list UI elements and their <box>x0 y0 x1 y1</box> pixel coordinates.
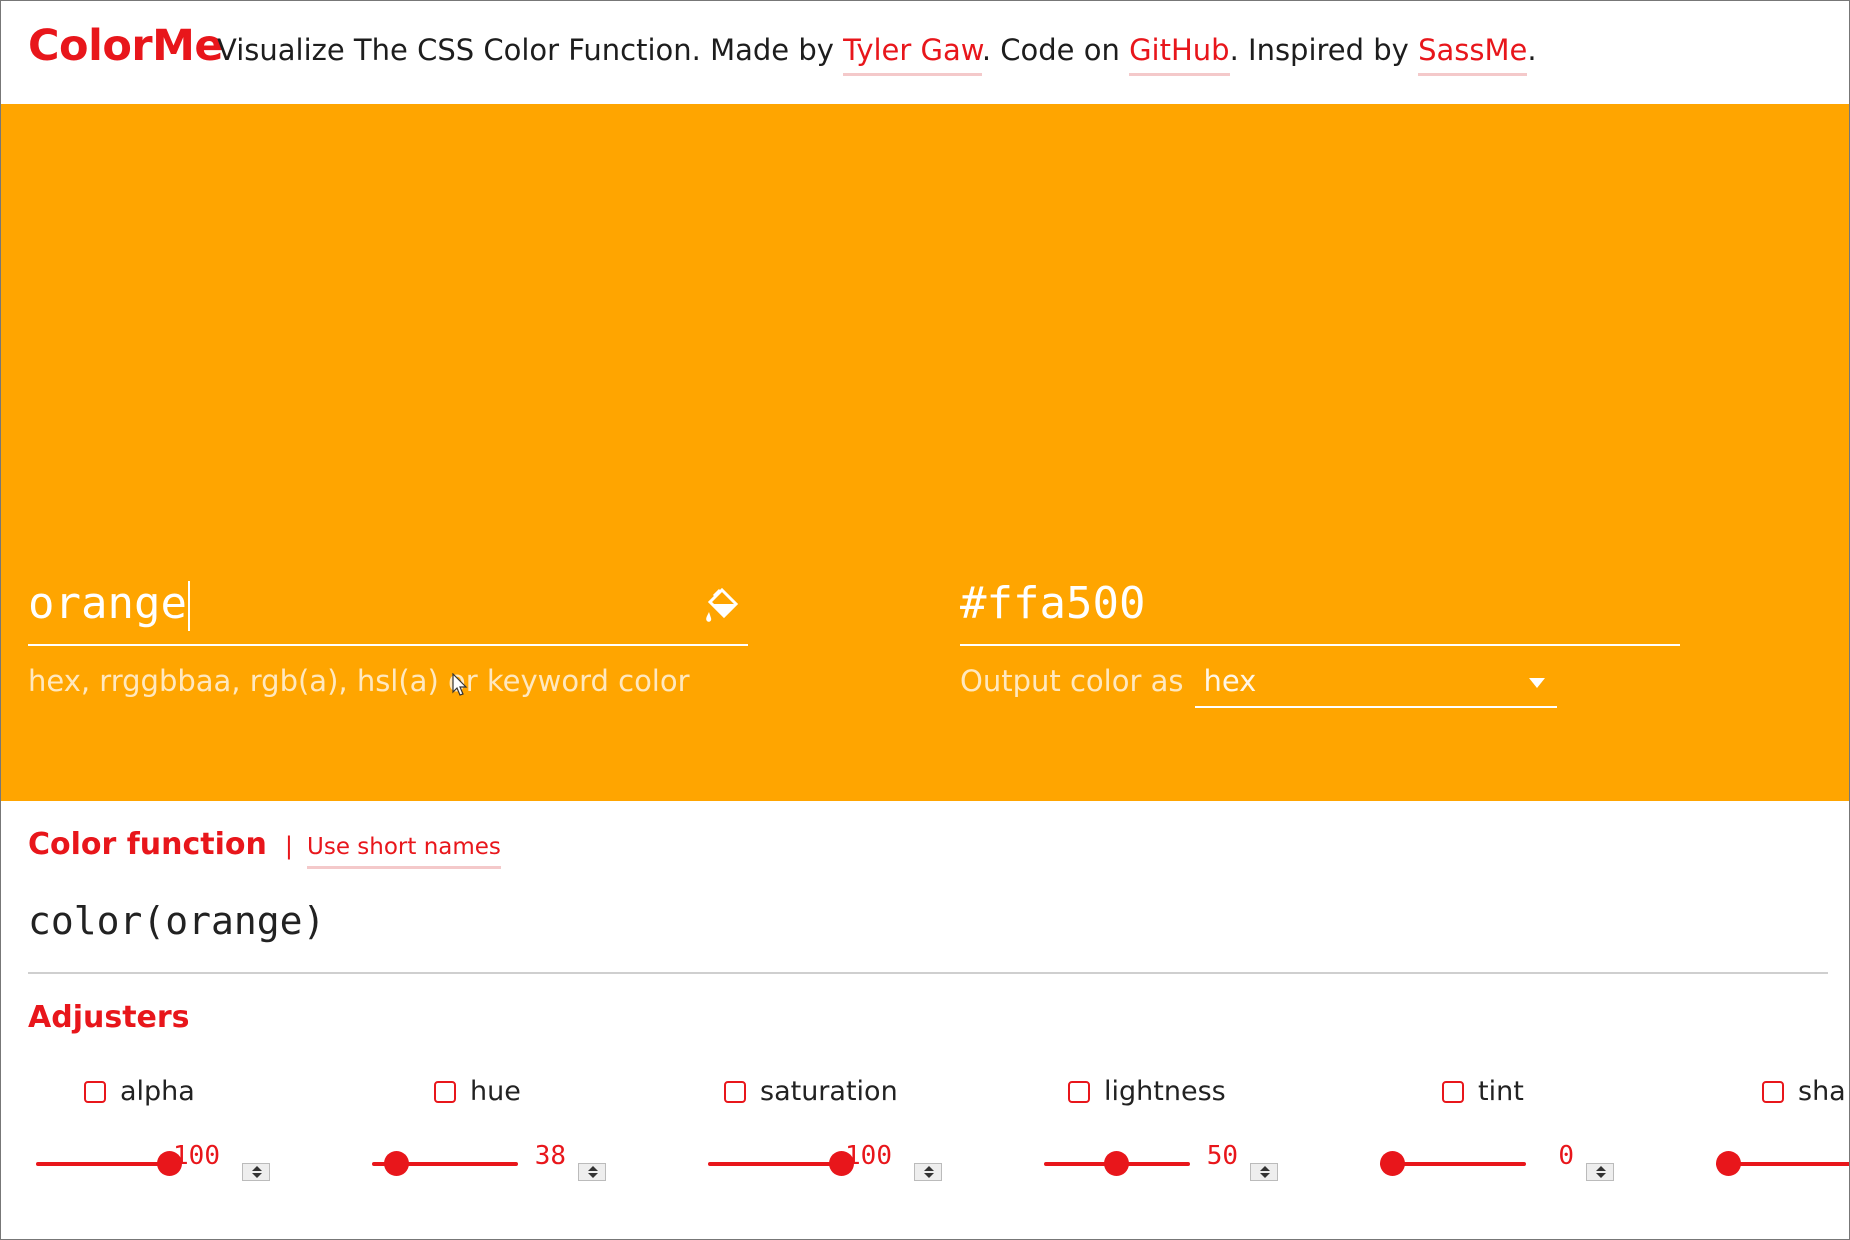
hue-value-input[interactable]: 38 <box>506 1141 566 1171</box>
lightness-value-input[interactable]: 50 <box>1178 1141 1238 1171</box>
adjuster-hue: hue 38 <box>372 1076 672 1206</box>
output-value[interactable]: #ffa500 <box>960 564 1680 646</box>
color-input-value: orange <box>28 578 187 629</box>
output-column: #ffa500 Output color as hex <box>960 564 1680 708</box>
adjuster-saturation: saturation 100 <box>708 1076 1008 1206</box>
end-text: . <box>1527 33 1537 67</box>
saturation-slider-track[interactable] <box>708 1162 842 1166</box>
github-link[interactable]: GitHub <box>1129 33 1230 76</box>
tagline-text: Visualize The CSS Color Function. Made b… <box>217 33 844 67</box>
separator: | <box>284 832 293 860</box>
hue-checkbox[interactable] <box>434 1080 456 1103</box>
code-text: . Code on <box>981 33 1130 67</box>
shade-slider-thumb[interactable] <box>1716 1151 1741 1176</box>
color-function-title: Color function <box>28 827 267 862</box>
header: ColorMe Visualize The CSS Color Function… <box>1 1 1849 104</box>
alpha-checkbox[interactable] <box>84 1080 106 1103</box>
alpha-spinner[interactable] <box>242 1163 270 1181</box>
adjuster-label: sha <box>1798 1076 1846 1107</box>
hue-slider-thumb[interactable] <box>384 1151 409 1176</box>
tint-spinner[interactable] <box>1586 1163 1614 1181</box>
adjuster-label-row: saturation <box>724 1076 898 1107</box>
adjuster-tint: tint 0 <box>1380 1076 1680 1206</box>
app-frame: ColorMe Visualize The CSS Color Function… <box>0 0 1850 1240</box>
adjuster-label: alpha <box>120 1076 195 1107</box>
adjuster-alpha: alpha 100 <box>36 1076 336 1206</box>
adjuster-label-row: lightness <box>1068 1076 1226 1107</box>
brand-logo[interactable]: ColorMe <box>28 21 224 71</box>
input-hint: hex, rrggbbaa, rgb(a), hsl(a) or keyword… <box>28 664 690 698</box>
adjuster-label: lightness <box>1104 1076 1226 1107</box>
divider <box>28 972 1828 974</box>
output-format-value: hex <box>1203 664 1257 698</box>
adjuster-label-row: sha <box>1762 1076 1846 1107</box>
output-format-label: Output color as <box>960 664 1184 698</box>
shade-checkbox[interactable] <box>1762 1080 1784 1103</box>
saturation-checkbox[interactable] <box>724 1080 746 1103</box>
adjusters-title: Adjusters <box>28 1000 190 1035</box>
adjuster-lightness: lightness 50 <box>1044 1076 1344 1206</box>
author-link[interactable]: Tyler Gaw <box>843 33 982 76</box>
adjuster-label-row: tint <box>1442 1076 1524 1107</box>
color-preview-panel: orange hex, rrggbbaa, rgb(a), hsl(a) or … <box>1 104 1849 801</box>
output-format-row: Output color as hex <box>960 664 1680 708</box>
sassme-link[interactable]: SassMe <box>1418 33 1528 76</box>
color-function-header: Color function | Use short names <box>28 827 501 869</box>
output-format-select[interactable]: hex <box>1195 664 1558 708</box>
alpha-value-input[interactable]: 100 <box>160 1141 220 1171</box>
tint-slider-thumb[interactable] <box>1380 1151 1405 1176</box>
hue-spinner[interactable] <box>578 1163 606 1181</box>
paint-bucket-icon[interactable] <box>702 586 742 626</box>
chevron-down-icon <box>1529 678 1546 688</box>
color-input[interactable]: orange <box>28 564 748 646</box>
saturation-value-input[interactable]: 100 <box>832 1141 892 1171</box>
tagline: Visualize The CSS Color Function. Made b… <box>217 33 1537 76</box>
tint-checkbox[interactable] <box>1442 1080 1464 1103</box>
text-caret <box>187 581 190 631</box>
use-short-names-link[interactable]: Use short names <box>307 834 501 869</box>
lightness-slider-thumb[interactable] <box>1104 1151 1129 1176</box>
adjuster-label: saturation <box>760 1076 898 1107</box>
adjuster-label-row: hue <box>434 1076 521 1107</box>
inspired-text: . Inspired by <box>1229 33 1419 67</box>
saturation-spinner[interactable] <box>914 1163 942 1181</box>
input-column: orange hex, rrggbbaa, rgb(a), hsl(a) or … <box>28 564 748 698</box>
color-function-output[interactable]: color(orange) <box>28 899 325 943</box>
adjuster-label: tint <box>1478 1076 1524 1107</box>
adjuster-label: hue <box>470 1076 521 1107</box>
lightness-checkbox[interactable] <box>1068 1080 1090 1103</box>
lightness-spinner[interactable] <box>1250 1163 1278 1181</box>
mouse-pointer-icon <box>452 673 468 696</box>
adjuster-shade: sha <box>1716 1076 1849 1206</box>
adjuster-label-row: alpha <box>84 1076 195 1107</box>
alpha-slider-track[interactable] <box>36 1162 170 1166</box>
tint-value-input[interactable]: 0 <box>1514 1141 1574 1171</box>
